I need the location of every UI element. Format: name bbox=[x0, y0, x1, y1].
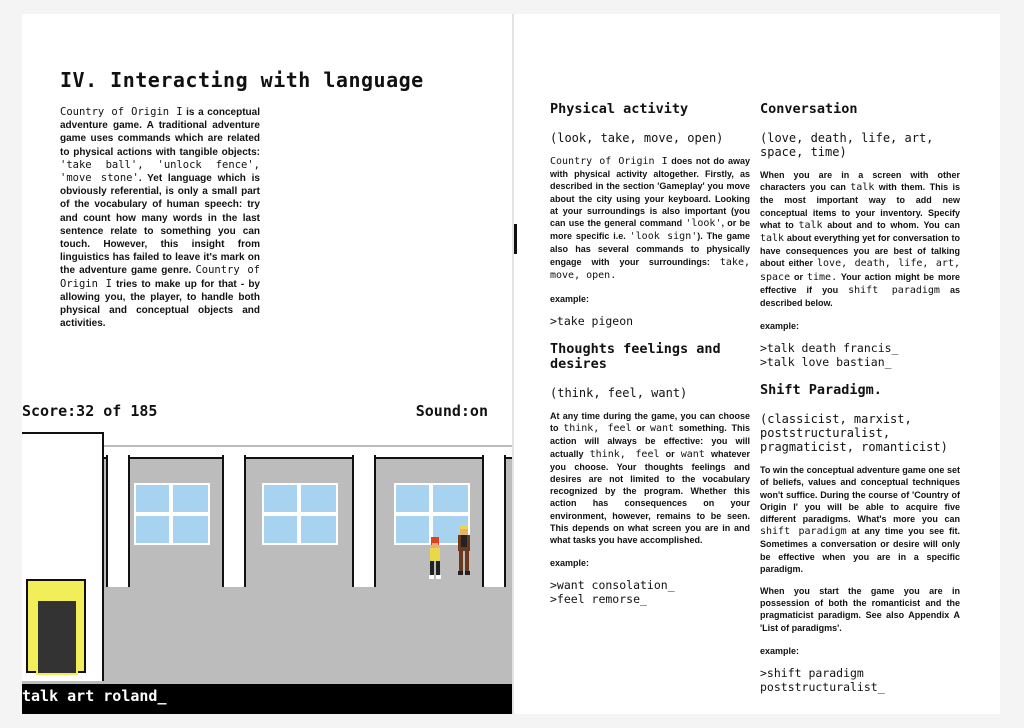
section-commands: (classicist, marxist, poststructuralist,… bbox=[760, 412, 948, 455]
section-thoughts: Thoughts feelings and desires (think, fe… bbox=[550, 341, 750, 607]
section-body: At any time during the game, you can cho… bbox=[550, 410, 750, 546]
door bbox=[26, 579, 86, 675]
game-screenshot: Score:32 of 185 Sound:on talk art roland… bbox=[22, 397, 512, 714]
example-line: >talk love bastian_ bbox=[760, 355, 892, 370]
text-run: or bbox=[631, 423, 650, 434]
character-roland bbox=[429, 537, 441, 579]
example-line: >take pigeon bbox=[550, 314, 634, 329]
window bbox=[134, 483, 210, 545]
section-title: Conversation bbox=[760, 101, 858, 117]
command-term: time. bbox=[807, 271, 838, 283]
section-body-2: When you start the game you are in posse… bbox=[760, 586, 960, 633]
sound-status: Sound:on bbox=[415, 402, 488, 420]
example-label: example: bbox=[550, 558, 590, 569]
command-term: Country of Origin I bbox=[550, 156, 668, 167]
pillar bbox=[106, 455, 130, 587]
command-term: shift paradigm bbox=[760, 526, 847, 538]
window bbox=[262, 483, 338, 545]
command-term: talk bbox=[760, 233, 785, 245]
section-commands: (look, take, move, open) bbox=[550, 131, 724, 145]
example-label: example: bbox=[760, 645, 800, 656]
section-commands: (think, feel, want) bbox=[550, 386, 688, 401]
left-page: IV. Interacting with language Country of… bbox=[22, 14, 512, 714]
text-run: about and to whom. You can bbox=[822, 219, 960, 230]
pillar bbox=[482, 455, 506, 587]
text-run: . Yet language which is obviously refere… bbox=[60, 173, 260, 277]
score-display: Score:32 of 185 bbox=[22, 402, 158, 420]
character-player bbox=[458, 525, 470, 575]
text-run: whatever you choose. Your thoughts feeli… bbox=[550, 448, 750, 546]
section-body: To win the conceptual adventure game one… bbox=[760, 464, 960, 575]
command-term: want bbox=[680, 448, 705, 460]
section-physical: Physical activity (look, take, move, ope… bbox=[550, 101, 750, 329]
section-title: Thoughts feelings and desires bbox=[550, 341, 721, 373]
section-title: Shift Paradigm. bbox=[760, 382, 882, 399]
example-line: >want consolation_ bbox=[550, 578, 675, 593]
pillar bbox=[352, 455, 376, 587]
section-body: Country of Origin I does not do away wit… bbox=[550, 155, 750, 282]
right-column: Conversation (love, death, life, art, sp… bbox=[760, 102, 960, 694]
right-page: Physical activity (look, take, move, ope… bbox=[514, 14, 1000, 714]
command-line: talk art roland_ bbox=[22, 687, 167, 705]
command-term: 'look' bbox=[685, 218, 722, 230]
command-term: talk bbox=[850, 182, 875, 194]
command-term: shift paradigm bbox=[848, 284, 940, 296]
building bbox=[22, 432, 104, 681]
command-term: think, feel bbox=[589, 448, 660, 460]
section-shift-paradigm: Shift Paradigm. (classicist, marxist, po… bbox=[760, 383, 960, 694]
intro-paragraph: Country of Origin I is a conceptual adve… bbox=[60, 106, 260, 330]
margin-mark bbox=[514, 224, 517, 254]
left-column: Physical activity (look, take, move, ope… bbox=[550, 101, 750, 607]
doorway bbox=[36, 599, 78, 675]
command-term: 'look sign' bbox=[629, 231, 698, 243]
text-run: or bbox=[790, 271, 807, 282]
section-commands: (love, death, life, art, space, time) bbox=[760, 131, 934, 159]
chapter-heading: IV. Interacting with language bbox=[60, 68, 424, 92]
text-run: or bbox=[659, 448, 681, 459]
command-term: think, feel bbox=[563, 423, 632, 435]
example-line: >feel remorse_ bbox=[550, 592, 647, 607]
section-title: Physical activity bbox=[550, 101, 689, 117]
cornice bbox=[102, 447, 512, 459]
command-term: want bbox=[650, 423, 675, 435]
example-line: >talk death francis_ bbox=[760, 341, 899, 356]
example-label: example: bbox=[550, 294, 590, 305]
command-term: talk bbox=[798, 219, 823, 231]
text-run: To win the conceptual adventure game one… bbox=[760, 465, 960, 525]
example-line: >shift paradigm poststructuralist_ bbox=[760, 665, 885, 694]
section-conversation: Conversation (love, death, life, art, sp… bbox=[760, 101, 960, 370]
example-label: example: bbox=[760, 321, 800, 332]
command-term: Country of Origin I bbox=[60, 106, 183, 118]
pillar bbox=[222, 455, 246, 587]
section-body: When you are in a screen with other char… bbox=[760, 169, 960, 309]
